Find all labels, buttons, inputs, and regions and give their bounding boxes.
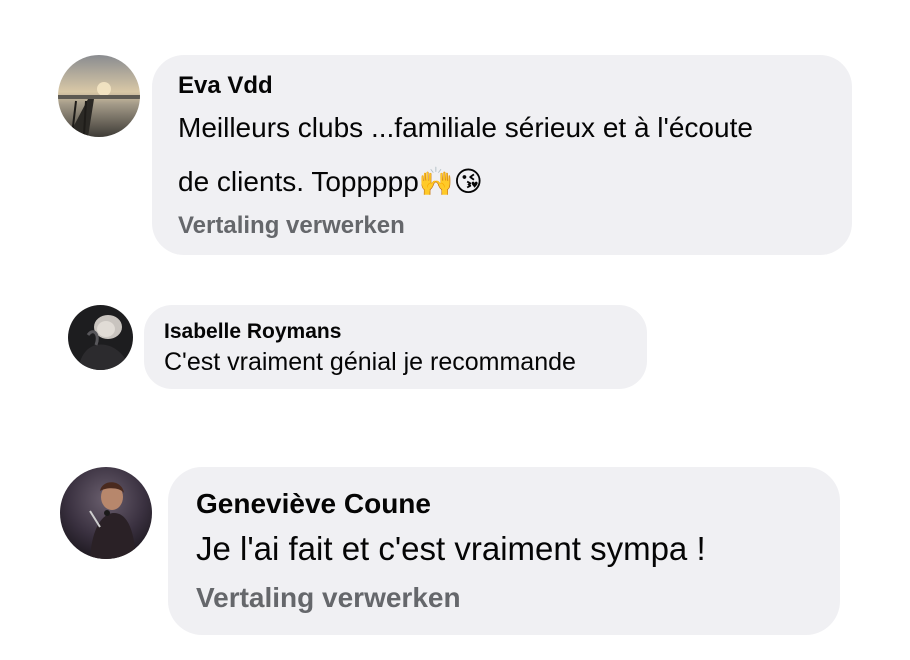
comment-bubble: Eva Vdd Meilleurs clubs ...familiale sér…	[152, 55, 852, 255]
comment-bubble: Geneviève Coune Je l'ai fait et c'est vr…	[168, 467, 840, 635]
translate-link[interactable]: Vertaling verwerken	[178, 209, 826, 243]
avatar-photo-icon	[58, 55, 140, 137]
avatar[interactable]	[60, 467, 152, 559]
raised-hands-kiss-emoji-icon: 🙌😘	[418, 165, 483, 198]
comment-author[interactable]: Geneviève Coune	[196, 485, 812, 523]
comment-text-line1: Meilleurs clubs ...familiale sérieux et …	[178, 112, 753, 143]
avatar-photo-icon	[68, 305, 133, 370]
comment-text-line2: de clients. Toppppp🙌😘	[178, 155, 826, 209]
comment-text: C'est vraiment génial je recommande	[164, 348, 576, 376]
translate-link[interactable]: Vertaling verwerken	[196, 575, 812, 621]
comment-text: Je l'ai fait et c'est vraiment sympa !	[196, 530, 706, 567]
comment-author[interactable]: Eva Vdd	[178, 71, 826, 101]
avatar[interactable]	[58, 55, 140, 137]
comment-text-line2-text: de clients. Toppppp	[178, 166, 419, 197]
comment-author[interactable]: Isabelle Roymans	[164, 318, 627, 346]
avatar[interactable]	[68, 305, 133, 370]
avatar-photo-icon	[60, 467, 152, 559]
comment-bubble: Isabelle Roymans C'est vraiment génial j…	[144, 305, 647, 389]
